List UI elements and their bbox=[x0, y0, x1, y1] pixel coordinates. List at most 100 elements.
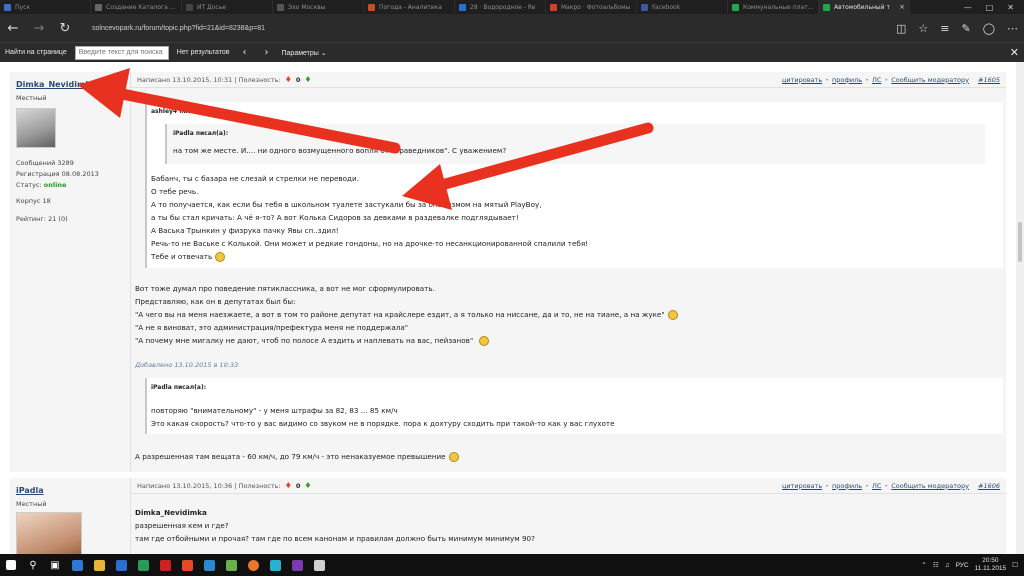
edge-icon[interactable] bbox=[66, 554, 88, 576]
start-icon[interactable] bbox=[0, 554, 22, 576]
browser-tab[interactable]: Коммунальные платеж bbox=[728, 0, 819, 14]
app-icon[interactable] bbox=[286, 554, 308, 576]
app-icon[interactable] bbox=[264, 554, 286, 576]
profile-link[interactable]: профиль bbox=[832, 482, 862, 490]
quote-line: Это какая скорость? что-то у вас видимо … bbox=[151, 419, 615, 428]
hub-icon[interactable]: ≡ bbox=[940, 22, 949, 35]
share-icon[interactable]: ◯ bbox=[983, 22, 995, 35]
forum-post: iPadla Местный Написано 13.10.2015, 10:3… bbox=[10, 478, 1006, 554]
quote-link[interactable]: цитировать bbox=[782, 482, 822, 490]
browser-tab[interactable]: Макро · Фотоальбомы bbox=[546, 0, 637, 14]
author-rating: Рейтинг: 21 (0) bbox=[16, 215, 68, 223]
vote-up-icon[interactable]: ♦ bbox=[304, 481, 311, 490]
address-bar: ← → ↻ solncevopark.ru/forum/topic.php?fi… bbox=[0, 14, 1024, 42]
browser-tab[interactable]: Создание Каталога стр bbox=[91, 0, 182, 14]
store-icon[interactable] bbox=[110, 554, 132, 576]
quote-author: Dimka_Nevidimka bbox=[135, 508, 207, 517]
app-icon[interactable] bbox=[154, 554, 176, 576]
clock[interactable]: 20:50 11.11.2015 bbox=[975, 557, 1007, 573]
browser-tab[interactable]: ИТ Досье bbox=[182, 0, 273, 14]
vote-down-icon[interactable]: ♦ bbox=[285, 75, 292, 84]
browser-tab[interactable]: Facebook bbox=[637, 0, 728, 14]
back-icon[interactable]: ← bbox=[6, 21, 20, 36]
profile-link[interactable]: профиль bbox=[832, 76, 862, 84]
browser-tab[interactable]: Пуск bbox=[0, 0, 91, 14]
find-close-icon[interactable]: ✕ bbox=[1010, 46, 1019, 59]
quote-line-text: Тебе и отвечать bbox=[151, 252, 213, 261]
quote-link[interactable]: цитировать bbox=[782, 76, 822, 84]
refresh-icon[interactable]: ↻ bbox=[58, 21, 72, 36]
browser-tab[interactable]: Автомобильный т × bbox=[819, 0, 910, 14]
firefox-icon[interactable] bbox=[242, 554, 264, 576]
search-icon[interactable]: ⚲ bbox=[22, 554, 44, 576]
reading-view-icon[interactable]: ◫ bbox=[896, 22, 906, 35]
post-header: Написано 13.10.2015, 10:36 | Полезность:… bbox=[131, 478, 1006, 494]
tab-favicon-icon bbox=[641, 3, 648, 11]
vote-down-icon[interactable]: ♦ bbox=[285, 481, 292, 490]
scrollbar-thumb[interactable] bbox=[1018, 222, 1022, 262]
report-link[interactable]: Сообщить модератору bbox=[891, 76, 969, 84]
find-prev-icon[interactable]: ‹ bbox=[238, 47, 252, 58]
app-icon[interactable] bbox=[132, 554, 154, 576]
tab-close-icon[interactable]: × bbox=[899, 3, 905, 11]
tray-icon[interactable]: ⌃ bbox=[921, 561, 926, 569]
task-view-icon[interactable]: ▣ bbox=[44, 554, 66, 576]
post-number[interactable]: #1605 bbox=[978, 76, 1000, 84]
language-indicator[interactable]: РУС bbox=[956, 562, 969, 569]
explorer-icon[interactable] bbox=[88, 554, 110, 576]
find-label: Найти на странице bbox=[5, 49, 67, 56]
quote-line: Тебе и отвечать bbox=[151, 252, 226, 262]
tab-favicon-icon bbox=[186, 3, 193, 11]
author-rank: Местный bbox=[16, 94, 47, 102]
chevron-down-icon: ⌄ bbox=[320, 49, 327, 57]
post-line: "А чего вы на меня наезжаете, а вот в то… bbox=[135, 310, 678, 320]
post-line-text: А разрешенная там вещата - 60 км/ч, до 7… bbox=[135, 452, 446, 461]
url-field[interactable]: solncevopark.ru/forum/topic.php?fid=21&i… bbox=[84, 18, 884, 38]
tab-favicon-icon bbox=[368, 3, 375, 11]
network-icon[interactable]: ☷ bbox=[933, 561, 939, 569]
find-bar: Найти на странице Нет результатов ‹ › Па… bbox=[0, 42, 1024, 62]
find-input[interactable] bbox=[74, 45, 169, 60]
app-icon[interactable] bbox=[176, 554, 198, 576]
tab-favicon-icon bbox=[550, 3, 557, 11]
find-next-icon[interactable]: › bbox=[260, 47, 274, 58]
minimize-icon[interactable]: — bbox=[964, 3, 972, 12]
tab-favicon-icon bbox=[459, 3, 466, 11]
quote-author: ashley4 писал(а): bbox=[151, 108, 212, 115]
avatar[interactable] bbox=[16, 512, 82, 554]
avatar[interactable] bbox=[16, 108, 56, 148]
post-written: Написано 13.10.2015, 10:36 | Полезность: bbox=[137, 481, 281, 490]
nested-quote-text: на том же месте. И.... ни одного возмуще… bbox=[173, 146, 507, 155]
tab-favicon-icon bbox=[277, 3, 284, 11]
favorite-star-icon[interactable]: ☆ bbox=[918, 22, 928, 35]
pm-link[interactable]: ЛС bbox=[872, 482, 881, 490]
volume-icon[interactable]: ♫ bbox=[945, 562, 950, 569]
forward-icon[interactable]: → bbox=[32, 21, 46, 36]
more-icon[interactable]: ⋯ bbox=[1007, 22, 1018, 35]
browser-tab[interactable]: Погода - Аналитика bbox=[364, 0, 455, 14]
maximize-icon[interactable]: □ bbox=[986, 3, 994, 12]
app-icon[interactable] bbox=[198, 554, 220, 576]
browser-tab[interactable]: Эхо Москвы bbox=[273, 0, 364, 14]
post-body: Написано 13.10.2015, 10:36 | Полезность:… bbox=[131, 478, 1006, 554]
app-icon[interactable] bbox=[220, 554, 242, 576]
post-line: там где отбойными и прочая? там где по в… bbox=[135, 534, 535, 543]
post-line: А разрешенная там вещата - 60 км/ч, до 7… bbox=[135, 452, 459, 462]
report-link[interactable]: Сообщить модератору bbox=[891, 482, 969, 490]
author-name[interactable]: Dimka_Nevidimka bbox=[16, 80, 96, 89]
notifications-icon[interactable]: ☐ bbox=[1012, 561, 1018, 569]
app-icon[interactable] bbox=[308, 554, 330, 576]
note-pen-icon[interactable]: ✎ bbox=[961, 22, 970, 35]
vote-value: 0 bbox=[295, 75, 301, 84]
vote-up-icon[interactable]: ♦ bbox=[304, 75, 311, 84]
close-window-icon[interactable]: ✕ bbox=[1007, 3, 1014, 12]
find-params-button[interactable]: Параметры ⌄ bbox=[282, 49, 327, 57]
scrollbar[interactable] bbox=[1016, 62, 1024, 554]
browser-tab[interactable]: 28 · Водородное - Re bbox=[455, 0, 546, 14]
post-line: разрешенная кем и где? bbox=[135, 521, 229, 530]
author-name[interactable]: iPadla bbox=[16, 486, 44, 495]
post-number[interactable]: #1606 bbox=[978, 482, 1000, 490]
pm-link[interactable]: ЛС bbox=[872, 76, 881, 84]
url-text: solncevopark.ru/forum/topic.php?fid=21&i… bbox=[92, 24, 265, 32]
post-author-panel: iPadla Местный bbox=[10, 478, 131, 554]
